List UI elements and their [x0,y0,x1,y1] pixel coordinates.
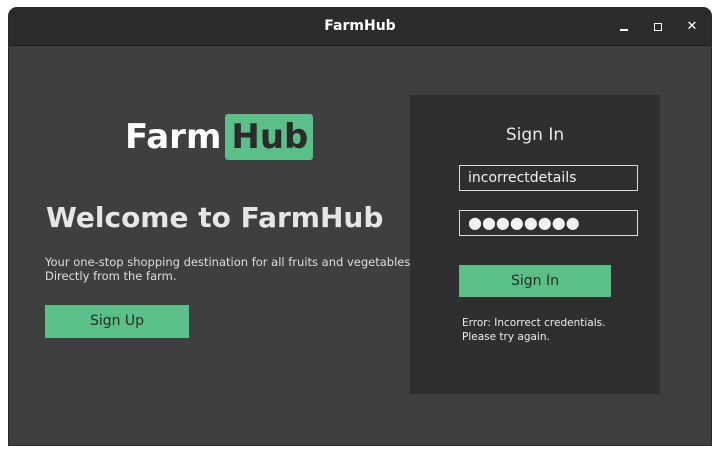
error-line-1: Error: Incorrect credentials. [462,317,606,329]
window-title: FarmHub [324,18,396,34]
sign-in-button[interactable]: Sign In [459,265,611,297]
tagline-line-1: Your one-stop shopping destination for a… [45,255,414,269]
title-bar[interactable]: FarmHub ✕ [9,8,711,46]
close-icon[interactable]: ✕ [682,17,702,37]
username-field[interactable]: incorrectdetails [459,165,638,191]
farmhub-logo: Farm Hub [125,113,314,161]
minimize-icon[interactable] [614,17,634,37]
welcome-heading: Welcome to FarmHub [46,201,384,234]
logo-text-farm: Farm [125,117,222,157]
app-window: FarmHub ✕ Farm Hub Welcome to FarmHub Yo… [9,8,711,445]
maximize-icon[interactable] [648,17,668,37]
sign-in-panel: Sign In incorrectdetails ●●●●●●●● Sign I… [410,95,660,394]
tagline-line-2: Directly from the farm. [45,269,177,283]
logo-text-hub: Hub [225,114,314,160]
tagline: Your one-stop shopping destination for a… [45,255,415,283]
error-message: Error: Incorrect credentials. Please try… [462,316,642,344]
sign-up-button[interactable]: Sign Up [45,305,189,338]
error-line-2: Please try again. [462,331,550,343]
password-field[interactable]: ●●●●●●●● [459,210,638,236]
sign-in-title: Sign In [505,125,565,145]
